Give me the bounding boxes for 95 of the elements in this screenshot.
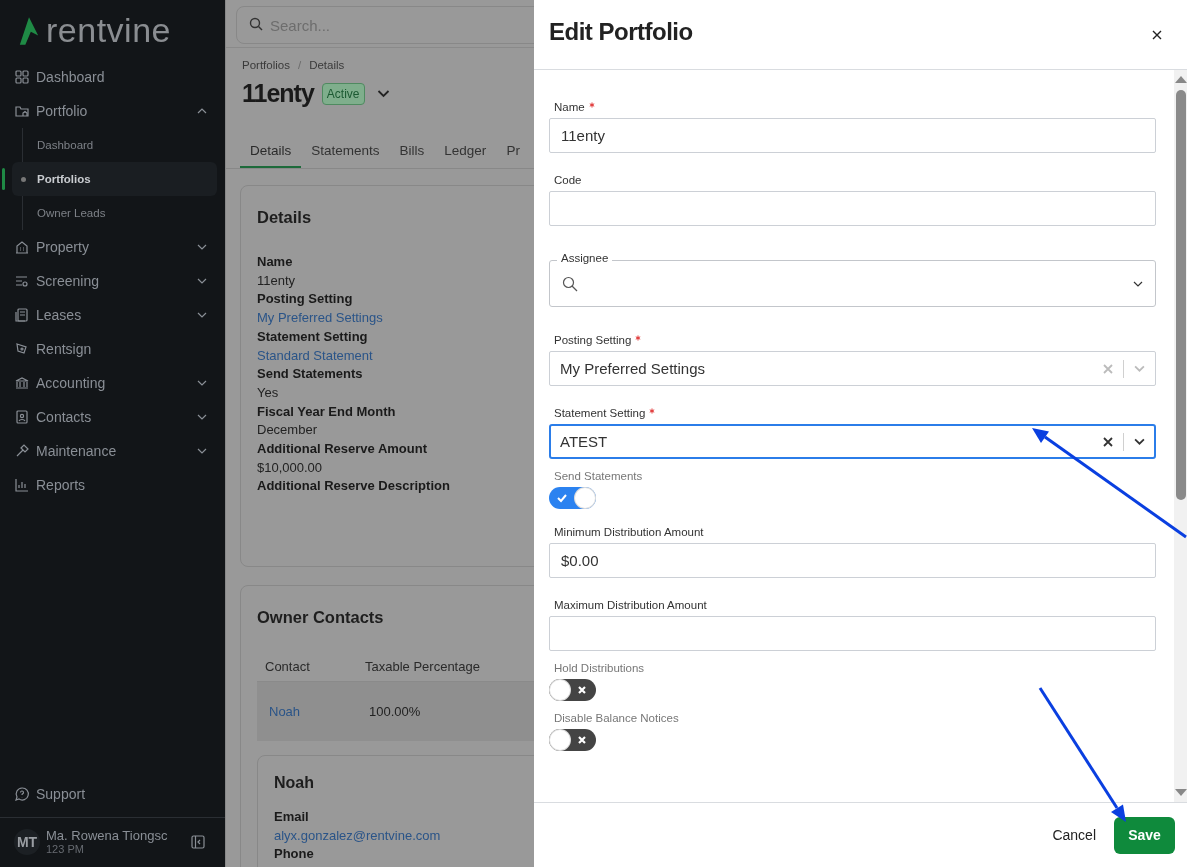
chevron-down-icon[interactable] [1134,438,1145,445]
field-label: Assignee [557,252,613,264]
tab[interactable]: Pr [496,137,530,168]
chevron-down-icon [1133,280,1143,287]
field-label: Send Statements [554,470,643,482]
field-label: Name [554,101,585,113]
field-label: Name [257,253,294,271]
building-icon [14,239,30,255]
field-label: Email [274,808,310,826]
chevron-down-icon[interactable] [376,89,390,98]
table-cell: 100.00% [369,704,421,719]
field-value: $10,000.00 [257,458,324,477]
support-link[interactable]: Support [8,777,217,811]
help-icon [14,786,30,802]
required-icon [649,408,656,414]
list-search-icon [14,273,30,289]
field-label: Code [554,174,582,186]
nav-item[interactable]: Dashboard [8,60,217,94]
contact-card-icon [14,409,30,425]
field-label: Maximum Distribution Amount [554,599,707,611]
nav-item[interactable]: Screening [8,264,217,298]
bank-icon [14,375,30,391]
tab[interactable]: Details [240,137,302,168]
x-icon [577,735,587,745]
field-label: Additional Reserve Amount [257,440,428,459]
folder-icon [14,103,30,119]
cancel-button[interactable]: Cancel [1048,819,1100,851]
field-label: Statement Setting [554,407,646,419]
input-field[interactable]: $0.00 [549,543,1156,578]
field-label: Additional Reserve Description [257,477,451,496]
nav-item[interactable]: Reports [8,468,217,502]
bar-chart-icon [14,477,30,493]
field-label: Phone [274,845,315,864]
column-header: Contact [264,658,311,674]
required-icon [635,335,642,341]
search-icon [562,275,578,292]
brand-name: rentvine [46,13,171,47]
grid-icon [14,69,30,85]
document-icon [14,307,30,323]
hammer-icon [14,443,30,459]
close-icon[interactable] [1152,29,1162,40]
column-header: Taxable Percentage [365,658,480,674]
required-icon [588,102,595,108]
drawer-title: Edit Portfolio [549,17,693,46]
nav-item[interactable]: Leases [8,298,217,332]
save-button[interactable]: Save [1114,816,1175,854]
field-label: Posting Setting [257,290,354,309]
tab[interactable]: Bills [389,137,435,168]
nav-item[interactable]: Maintenance [8,434,217,468]
nav-item[interactable]: Contacts [8,400,217,434]
clear-icon[interactable] [1103,436,1113,447]
field-value: 11enty [257,271,297,290]
x-icon [577,685,587,695]
breadcrumb-separator: / [297,59,302,71]
portfolio-title: 11enty [242,79,314,108]
input-field[interactable] [549,616,1156,651]
card-title: Details [257,208,313,227]
field-label: Statement Setting [257,327,369,346]
submenu-item[interactable]: Dashboard [23,128,217,162]
check-icon [557,493,567,503]
input-field[interactable]: 11enty [549,118,1156,153]
field-label: Posting Setting [554,334,632,346]
breadcrumb-link[interactable]: Details [309,59,345,71]
nav-item[interactable]: Portfolio [8,94,217,128]
field-label: Fiscal Year End Month [257,402,397,421]
submenu-item[interactable]: Owner Leads [23,196,217,230]
field-value: December [257,421,318,440]
field-value: Yes [257,383,280,402]
toggle-switch[interactable] [549,679,596,701]
breadcrumb-link[interactable]: Portfolios [242,59,290,71]
table-row[interactable]: Noah 100.00% [257,682,534,741]
status-badge: Active [321,82,365,105]
collapse-sidebar-icon[interactable] [191,834,205,849]
scrollbar[interactable] [1174,70,1187,802]
field-label: Send Statements [257,365,364,384]
toggle-switch[interactable] [549,729,596,751]
nav-item[interactable]: Rentsign [8,332,217,366]
input-field[interactable] [549,191,1156,226]
select-field[interactable]: ATEST [549,424,1156,459]
user-name: Ma. Rowena Tiongsc [46,828,169,843]
tab[interactable]: Ledger [434,137,497,168]
user-subtitle: 123 PM [46,843,85,855]
field-label: Hold Distributions [554,662,645,674]
card-title: Noah [274,774,315,792]
toggle-switch[interactable] [549,487,596,509]
nav-item[interactable]: Accounting [8,366,217,400]
active-indicator [2,168,5,190]
nav-item[interactable]: Property [8,230,217,264]
field-label: Disable Balance Notices [554,712,679,724]
tab[interactable]: Statements [301,137,390,168]
card-title: Owner Contacts [257,608,385,627]
pen-icon [14,341,30,357]
user-avatar[interactable]: MT [14,828,40,855]
field-label: Minimum Distribution Amount [554,526,704,538]
search-icon [249,17,263,31]
